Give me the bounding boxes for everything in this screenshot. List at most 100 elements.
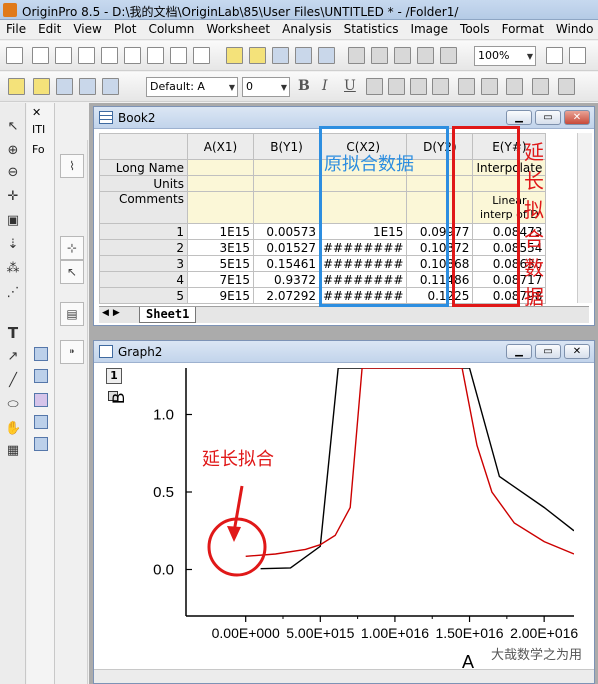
menu-tools[interactable]: Tools: [454, 20, 496, 39]
subscript-icon[interactable]: [388, 78, 405, 95]
new-function-icon[interactable]: [124, 47, 141, 64]
worksheet-vertical-scrollbar[interactable]: [577, 133, 592, 303]
new-project-icon[interactable]: [6, 47, 23, 64]
supersub-icon[interactable]: [410, 78, 427, 95]
cursor-icon[interactable]: ↖: [60, 260, 84, 284]
zoom-select[interactable]: 100% ▼: [474, 46, 536, 66]
superscript-icon[interactable]: [366, 78, 383, 95]
cell[interactable]: 0.00573: [253, 223, 320, 240]
meta-cell[interactable]: [187, 191, 254, 224]
new-excel-icon[interactable]: [101, 47, 118, 64]
meta-cell[interactable]: [253, 175, 320, 192]
cell[interactable]: 9E15: [187, 287, 254, 304]
fill-color-icon[interactable]: [532, 78, 549, 95]
underline-button[interactable]: U: [344, 78, 356, 94]
scale-icon[interactable]: ⊹: [60, 236, 84, 260]
menu-worksheet[interactable]: Worksheet: [200, 20, 276, 39]
copy-page-icon[interactable]: [569, 47, 586, 64]
new-layout-icon[interactable]: [147, 47, 164, 64]
line-tool-icon[interactable]: ╱: [5, 373, 21, 389]
graph-horizontal-scrollbar[interactable]: [94, 669, 594, 683]
cell[interactable]: 0.15461: [253, 255, 320, 272]
recalculate-icon[interactable]: [440, 47, 457, 64]
new-script-icon[interactable]: [193, 47, 210, 64]
increase-font-icon[interactable]: [458, 78, 475, 95]
data-reader-icon[interactable]: ▣: [5, 213, 21, 229]
sheet-tab-sheet1[interactable]: Sheet1: [139, 307, 197, 323]
plot-area[interactable]: 0.0 0.5 1.0 0.00E+000 5.00E+015 1.00E+016 1.50…: [94, 364, 594, 674]
meta-cell[interactable]: [187, 159, 254, 176]
cell[interactable]: 5E15: [187, 255, 254, 272]
chart-preview-icon[interactable]: ⌇: [60, 154, 84, 178]
signal-icon[interactable]: ⁍: [60, 340, 84, 364]
pencil-icon[interactable]: [8, 78, 25, 95]
minimize-button[interactable]: ▁: [506, 110, 532, 125]
graph-thumbnail-icon[interactable]: [34, 369, 48, 383]
menu-column[interactable]: Column: [142, 20, 200, 39]
screen-reader-icon[interactable]: ✛: [5, 189, 21, 205]
menu-format[interactable]: Format: [496, 20, 550, 39]
arrow-tool-icon[interactable]: ↗: [5, 349, 21, 365]
matrix-thumbnail-icon[interactable]: [34, 393, 48, 407]
font-size-select[interactable]: 0 ▼: [242, 77, 290, 97]
text-tool-icon[interactable]: T: [5, 325, 21, 341]
meta-cell[interactable]: [253, 191, 320, 224]
folder-label[interactable]: Fo: [32, 143, 45, 156]
row-number[interactable]: 3: [99, 255, 188, 272]
cell[interactable]: 1E15: [187, 223, 254, 240]
menu-edit[interactable]: Edit: [32, 20, 67, 39]
close-button[interactable]: ✕: [564, 110, 590, 125]
export-icon[interactable]: ▤: [60, 302, 84, 326]
menu-image[interactable]: Image: [404, 20, 454, 39]
open-folder-icon[interactable]: [226, 47, 243, 64]
menu-file[interactable]: File: [0, 20, 32, 39]
menu-plot[interactable]: Plot: [108, 20, 143, 39]
menu-window[interactable]: Windo: [550, 20, 598, 39]
tile-icon[interactable]: [79, 78, 96, 95]
cell[interactable]: 2.07292: [253, 287, 320, 304]
meta-cell[interactable]: [253, 159, 320, 176]
layer-icon[interactable]: [56, 78, 73, 95]
layout-thumbnail-icon[interactable]: [34, 415, 48, 429]
print-icon[interactable]: [546, 47, 563, 64]
new-graph-icon[interactable]: [78, 47, 95, 64]
greek-icon[interactable]: [432, 78, 449, 95]
column-header-b[interactable]: B(Y1): [253, 133, 320, 160]
highlight-icon[interactable]: [33, 78, 50, 95]
bold-button[interactable]: B: [298, 78, 310, 94]
arrange-icon[interactable]: [102, 78, 119, 95]
row-number[interactable]: 2: [99, 239, 188, 256]
notes-thumbnail-icon[interactable]: [34, 437, 48, 451]
new-notes-icon[interactable]: [170, 47, 187, 64]
ellipse-tool-icon[interactable]: ⬭: [5, 397, 21, 413]
minimize-button[interactable]: ▁: [506, 344, 532, 359]
line-style-icon[interactable]: [558, 78, 575, 95]
import-excel-icon[interactable]: [417, 47, 434, 64]
worksheet-thumbnail-icon[interactable]: [34, 347, 48, 361]
pointer-icon[interactable]: ↖: [5, 119, 21, 135]
sheet-nav-arrows-icon[interactable]: ◀▶: [102, 308, 124, 318]
cell[interactable]: 0.01527: [253, 239, 320, 256]
new-matrix-icon[interactable]: [55, 47, 72, 64]
data-selector-icon[interactable]: ⇣: [5, 237, 21, 253]
new-worksheet-icon[interactable]: [32, 47, 49, 64]
row-number[interactable]: 1: [99, 223, 188, 240]
cell[interactable]: 3E15: [187, 239, 254, 256]
italic-button[interactable]: I: [322, 78, 328, 94]
open-template-icon[interactable]: [249, 47, 266, 64]
line-color-icon[interactable]: [506, 78, 523, 95]
menu-view[interactable]: View: [67, 20, 107, 39]
maximize-button[interactable]: ▭: [535, 110, 561, 125]
menu-analysis[interactable]: Analysis: [276, 20, 337, 39]
meta-cell[interactable]: [187, 175, 254, 192]
column-header-a[interactable]: A(X1): [187, 133, 254, 160]
import-multiple-icon[interactable]: [371, 47, 388, 64]
font-select[interactable]: Default: A ▼: [146, 77, 238, 97]
decrease-font-icon[interactable]: [481, 78, 498, 95]
graph-title-bar[interactable]: Graph2 ▁ ▭ ✕: [94, 341, 594, 363]
save-template-icon[interactable]: [318, 47, 335, 64]
save-project-icon[interactable]: [272, 47, 289, 64]
draw-data-icon[interactable]: ⁂: [5, 261, 21, 277]
cell[interactable]: 7E15: [187, 271, 254, 288]
zoom-out-icon[interactable]: ⊖: [5, 165, 21, 181]
